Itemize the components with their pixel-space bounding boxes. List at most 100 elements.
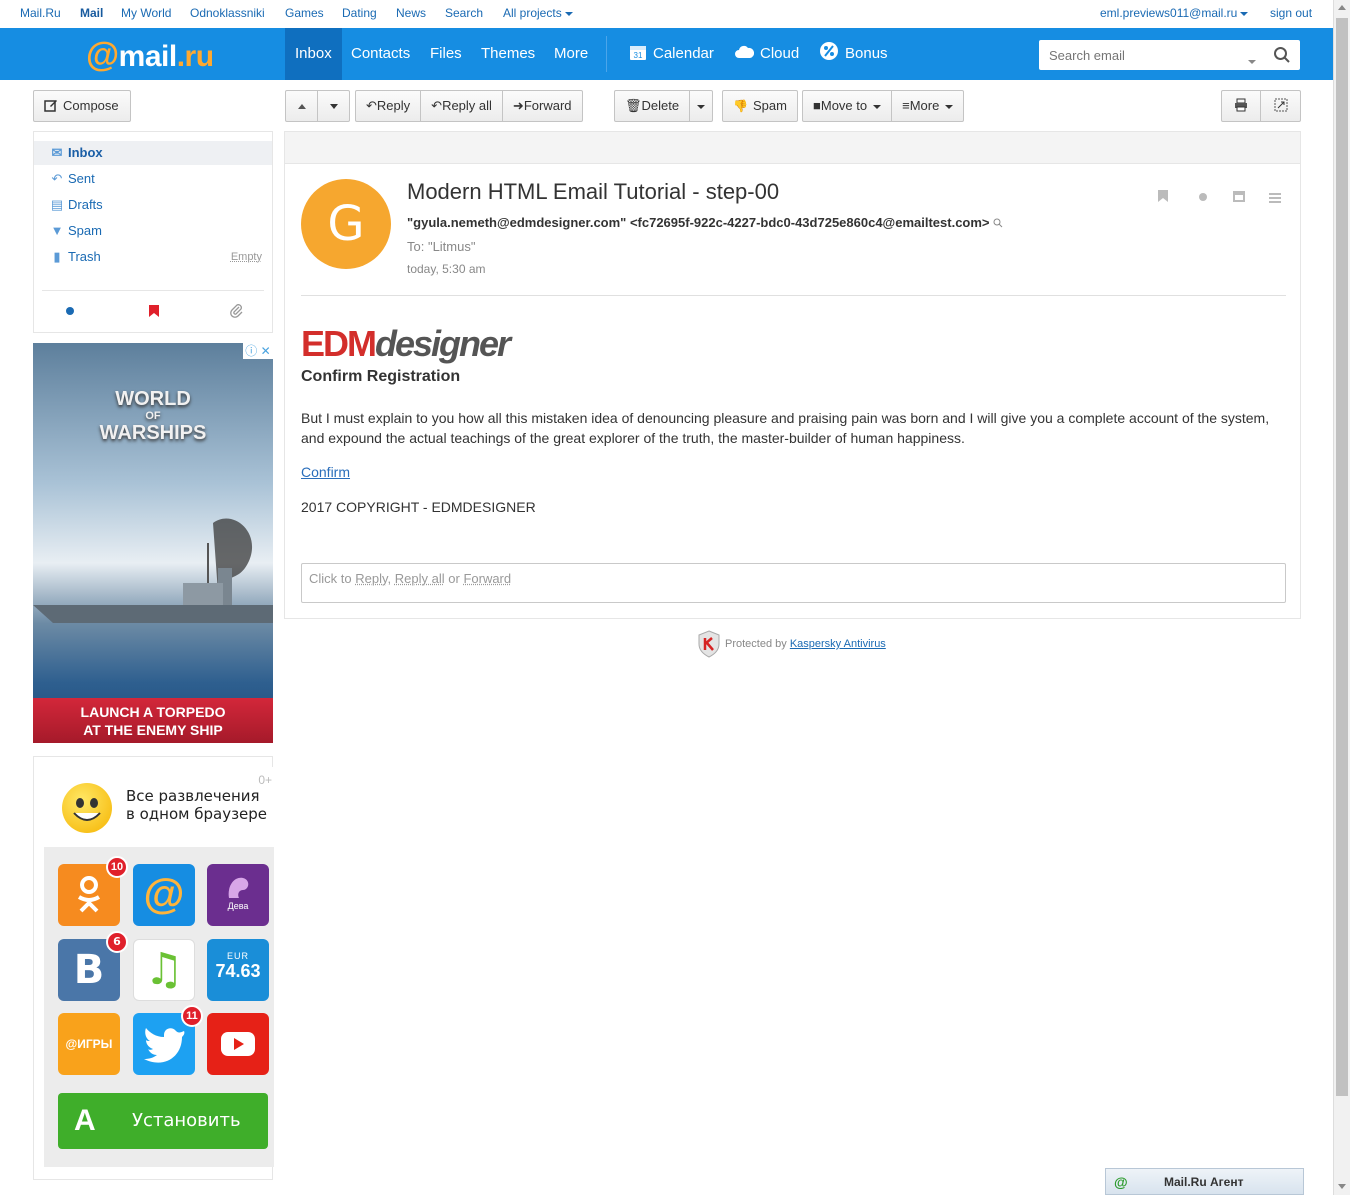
horoscope-tile-icon[interactable]: Дева [207,864,269,926]
reply-arrow-icon: ↶ [51,171,63,186]
trash-icon: 🗑 [625,98,642,113]
more-button[interactable]: ≡More [892,91,963,121]
reply-button[interactable]: ↶Reply [356,91,422,121]
search-icon[interactable] [1273,46,1291,64]
currency-tile-icon[interactable]: EUR 74.63 [207,939,269,1001]
mailru-logo[interactable]: @mail.ru [86,36,214,74]
portal-link-news[interactable]: News [396,6,426,20]
smiley-icon [62,783,112,833]
portal-link-myworld[interactable]: My World [121,6,171,20]
nav-calendar[interactable]: 31 Calendar [629,28,714,80]
email-heading: Confirm Registration [301,368,461,385]
svg-text:31: 31 [634,51,643,60]
compose-button[interactable]: Compose [33,90,131,122]
folder-trash[interactable]: ▮ Trash Empty [34,245,272,269]
chevron-down-icon [697,104,706,109]
scrollbar-thumb[interactable] [1336,18,1348,1096]
mailru-tile-icon[interactable]: @ [133,864,195,926]
odnoklassniki-tile-icon[interactable]: 10 [58,856,128,926]
spam-button[interactable]: 👎 Spam [722,90,798,122]
portal-link-mail[interactable]: Mail [80,6,103,20]
attachment-icon [230,304,243,318]
nav-more[interactable]: More [554,28,588,80]
quick-forward-link[interactable]: Forward [463,571,511,586]
twitter-tile-icon[interactable]: 11 [133,1005,203,1075]
move-more-group: ■Move to ≡More [802,90,965,122]
ad-cta-band[interactable]: LAUNCH A TORPEDO AT THE ENEMY SHIP [33,698,273,743]
nav-bonus[interactable]: Bonus [819,28,888,80]
move-to-button[interactable]: ■Move to [803,91,893,121]
portal-link-dating[interactable]: Dating [342,6,377,20]
search-options-dropdown[interactable] [1245,53,1256,68]
sign-out-link[interactable]: sign out [1270,6,1312,20]
nav-files[interactable]: Files [430,28,462,80]
chevron-down-icon [1240,11,1249,16]
delete-button[interactable]: 🗑Delete [615,91,691,121]
ad-banner-browser[interactable]: Все развлечения в одном браузере 0+ 10 @… [33,756,274,1180]
quick-reply-link[interactable]: Reply [355,571,387,586]
envelope-icon: ✉ [51,145,63,160]
filter-unread[interactable] [65,304,75,319]
ad-close-icon[interactable]: ⓘ ✕ [243,343,273,359]
main-header: @mail.ru Inbox Contacts Files Themes Mor… [0,28,1333,80]
filter-attachments[interactable] [230,304,244,321]
quick-reply-box[interactable]: Click to Reply, Reply all or Forward [301,563,1286,603]
email-body-text: But I must explain to you how all this m… [301,410,1270,446]
confirm-link[interactable]: Confirm [301,464,350,480]
ad-banner-warships[interactable]: ⓘ ✕ WORLD OF WARSHIPS LAUNCH A TORPEDO A… [33,343,273,743]
unread-dot-icon[interactable] [1199,193,1207,201]
nav-contacts[interactable]: Contacts [351,28,410,80]
message-subject: Modern HTML Email Tutorial - step-00 [407,179,780,204]
calendar-icon[interactable] [1232,189,1246,203]
empty-trash-link[interactable]: Empty [231,245,262,269]
portal-link-odnoklassniki[interactable]: Odnoklassniki [190,6,265,20]
mailru-agent-bar[interactable]: @ Mail.Ru Агент [1105,1168,1304,1195]
menu-lines-icon[interactable] [1269,193,1281,203]
printer-icon [1235,98,1247,112]
notification-badge: 11 [181,1005,203,1027]
youtube-tile-icon[interactable] [207,1013,269,1075]
search-input[interactable] [1039,40,1239,70]
scroll-down-icon[interactable] [1338,1184,1346,1189]
message-from[interactable]: "gyula.nemeth@edmdesigner.com" <fc72695f… [407,215,1003,230]
nav-themes[interactable]: Themes [481,28,535,80]
quick-reply-all-link[interactable]: Reply all [395,571,445,586]
chevron-down-icon [945,104,954,109]
portal-link-search[interactable]: Search [445,6,483,20]
edmdesigner-logo: EDMdesigner [301,323,511,364]
games-tile-icon[interactable]: @ИГРЫ [58,1013,120,1075]
open-separate-window-button[interactable] [1261,91,1300,121]
delete-options-button[interactable] [690,91,712,121]
flag-icon[interactable] [1157,189,1169,203]
scroll-up-icon[interactable] [1338,5,1346,10]
unread-dot-icon [66,307,74,315]
nav-inbox[interactable]: Inbox [285,28,342,80]
chevron-down-icon [564,11,573,16]
portal-link-mailru[interactable]: Mail.Ru [20,6,61,20]
nav-cloud[interactable]: Cloud [734,28,799,80]
trash-icon: ▮ [53,249,61,264]
folder-spam[interactable]: ▼ Spam [34,219,272,243]
next-message-button[interactable] [318,91,349,121]
reply-all-icon: ↶ [431,98,443,113]
agent-icon: @ [1114,1174,1128,1190]
print-button[interactable] [1222,91,1261,121]
filter-flagged[interactable] [148,304,160,321]
portal-link-all-projects[interactable]: All projects [503,6,573,20]
folder-inbox[interactable]: ✉ Inbox [34,141,272,165]
thumbs-down-icon: 👎 [733,99,748,113]
install-button[interactable]: A Установить [58,1093,268,1149]
vkontakte-tile-icon[interactable]: B 6 [58,931,128,1001]
folder-drafts[interactable]: ▤ Drafts [34,193,272,217]
portal-link-games[interactable]: Games [285,6,324,20]
reply-all-button[interactable]: ↶Reply all [421,91,503,121]
kaspersky-link[interactable]: Kaspersky Antivirus [790,638,886,650]
search-sender-icon[interactable] [993,218,1003,228]
page-scrollbar[interactable] [1333,0,1350,1195]
ad-browser-header: Все развлечения в одном браузере 0+ [44,767,274,847]
previous-message-button[interactable] [286,91,318,121]
folder-sent[interactable]: ↶ Sent [34,167,272,191]
forward-button[interactable]: ➜Forward [503,91,582,121]
music-tile-icon[interactable]: ♫ [133,939,195,1001]
user-email-menu[interactable]: eml.previews011@mail.ru [1100,6,1249,20]
